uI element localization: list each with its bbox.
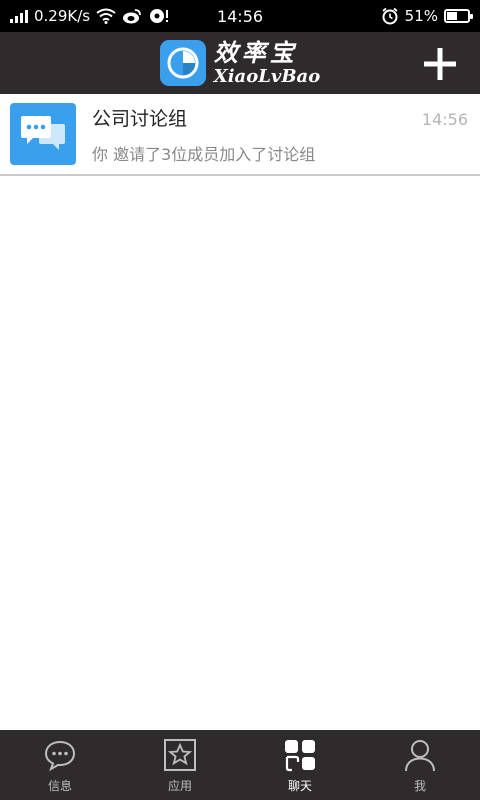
weibo-icon xyxy=(123,9,142,24)
conversation-time: 14:56 xyxy=(421,110,468,129)
chat-bubbles-icon xyxy=(21,116,65,150)
tab-chat[interactable]: 聊天 xyxy=(240,730,360,800)
tab-apps[interactable]: 应用 xyxy=(120,730,240,800)
logo-chinese: 效率宝 xyxy=(213,37,298,67)
tab-label: 信息 xyxy=(47,778,72,793)
conversation-item[interactable]: 公司讨论组 你 邀请了3位成员加入了讨论组 14:56 xyxy=(0,94,480,176)
app-logo: 效率宝 XiaoLvBao xyxy=(159,37,321,87)
grid-chat-icon xyxy=(282,737,318,773)
tab-me[interactable]: 我 xyxy=(360,730,480,800)
tab-label: 聊天 xyxy=(287,778,312,793)
logo-text: 效率宝 XiaoLvBao xyxy=(213,37,321,87)
network-speed: 0.29K/s xyxy=(34,7,91,25)
conversation-title: 公司讨论组 xyxy=(92,107,188,130)
conversation-text: 公司讨论组 你 邀请了3位成员加入了讨论组 xyxy=(92,104,315,165)
conversation-preview: 你 邀请了3位成员加入了讨论组 xyxy=(92,144,316,164)
tab-label: 应用 xyxy=(167,778,192,793)
status-bar: 0.29K/s 14:56 51% xyxy=(0,0,480,32)
chat-bubble-icon xyxy=(42,737,78,773)
battery-fill xyxy=(447,12,458,20)
notification-icon xyxy=(150,9,169,23)
status-left: 0.29K/s xyxy=(10,7,170,25)
logo-pie-icon xyxy=(159,40,206,86)
signal-icon xyxy=(10,9,28,23)
status-right: 51% xyxy=(381,7,473,25)
bottom-tab-bar: 信息 应用 聊天 我 xyxy=(0,730,480,800)
conversation-list: 公司讨论组 你 邀请了3位成员加入了讨论组 14:56 xyxy=(0,94,480,176)
wifi-icon xyxy=(96,8,116,24)
plus-icon xyxy=(424,48,456,80)
alarm-icon xyxy=(382,7,398,25)
tab-label: 我 xyxy=(413,778,426,793)
tab-messages[interactable]: 信息 xyxy=(0,730,120,800)
person-icon xyxy=(402,737,438,773)
star-app-icon xyxy=(162,737,198,773)
add-button[interactable] xyxy=(420,44,460,84)
logo-english: XiaoLvBao xyxy=(213,65,321,87)
battery-icon xyxy=(444,9,473,23)
battery-percent: 51% xyxy=(404,7,438,25)
group-chat-avatar xyxy=(10,103,76,165)
app-header: 效率宝 XiaoLvBao xyxy=(0,32,480,94)
